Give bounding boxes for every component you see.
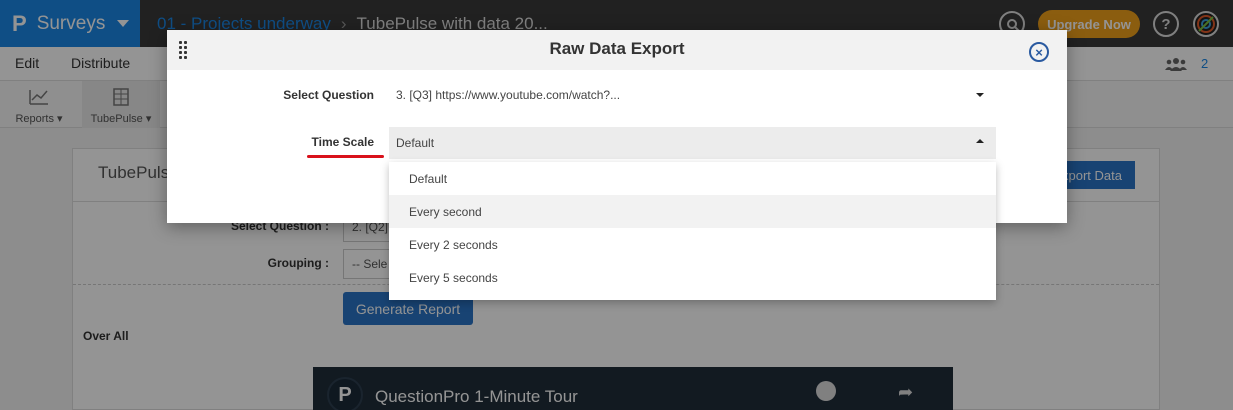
- option-default[interactable]: Default: [389, 162, 996, 195]
- dialog-title: Raw Data Export: [549, 39, 685, 58]
- time-scale-dropdown[interactable]: Default: [389, 127, 996, 159]
- dialog-header: Raw Data Export ×: [167, 30, 1067, 70]
- chevron-up-icon: [976, 139, 984, 143]
- time-scale-value: Default: [396, 136, 435, 150]
- option-every-2-seconds[interactable]: Every 2 seconds: [389, 228, 996, 261]
- chevron-down-icon: [976, 93, 984, 97]
- select-question-label: Select Question: [283, 88, 374, 102]
- select-question-value: 3. [Q3] https://www.youtube.com/watch?..…: [396, 88, 621, 102]
- option-every-second[interactable]: Every second: [389, 195, 996, 228]
- time-scale-highlight: [307, 155, 384, 158]
- time-scale-label: Time Scale: [311, 135, 374, 149]
- option-every-5-seconds[interactable]: Every 5 seconds: [389, 261, 996, 294]
- time-scale-options: Default Every second Every 2 seconds Eve…: [389, 162, 996, 300]
- select-question-dropdown[interactable]: 3. [Q3] https://www.youtube.com/watch?..…: [389, 79, 996, 111]
- close-icon[interactable]: ×: [1029, 42, 1049, 62]
